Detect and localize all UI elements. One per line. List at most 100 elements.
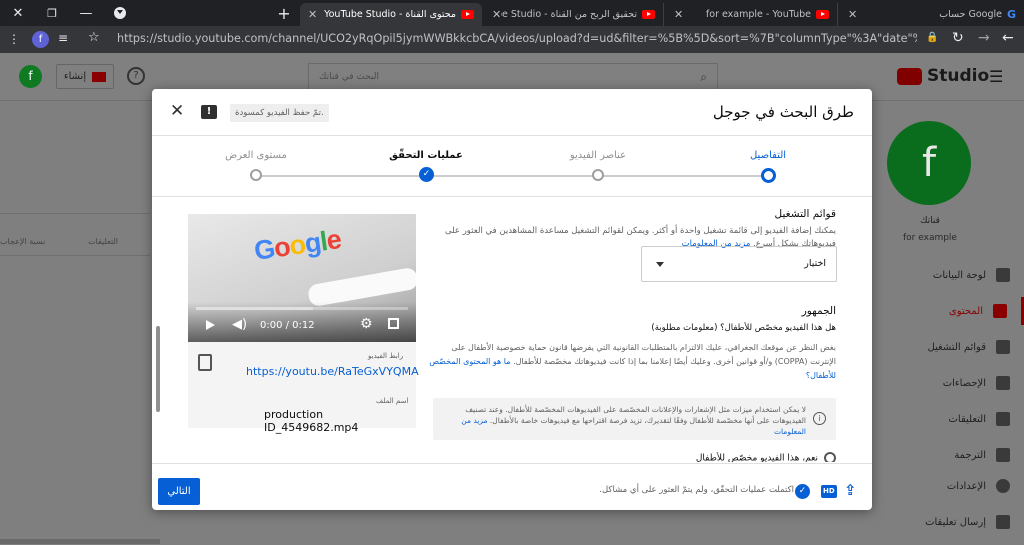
sidebar-item-subtitles[interactable]: الترجمة [894,441,1024,469]
dashboard-icon [996,268,1010,282]
step-visibility-label[interactable]: مستوى العرض [206,150,306,161]
tab-channel-content[interactable]: ✕ محتوى القناة - YouTube Studio [300,3,482,26]
checks-done-icon: ✓ [795,484,810,499]
youtube-favicon-icon [461,10,474,19]
feedback-icon[interactable]: ! [201,105,217,119]
youtube-logo-icon [897,68,922,85]
dialog-footer: التالي اكتملت عمليات التحقّق، ولم يتمّ ا… [152,463,872,510]
video-time: 0:00 / 0:12 [260,320,315,331]
upload-icon: ⇪ [844,481,857,499]
step-checks-label[interactable]: عمليات التحقّق [376,150,476,161]
tab-monetization[interactable]: ✕ تحقيق الربح من القناة - YouTube Studio [484,3,664,26]
draft-saved-badge: تمّ حفظ الفيديو كمسودة. [230,104,329,122]
help-icon[interactable]: ? [127,67,145,85]
create-button[interactable]: إنشاء [56,64,114,89]
step-elements-icon[interactable] [592,169,604,181]
step-visibility-icon[interactable] [250,169,262,181]
horizontal-scrollbar[interactable] [0,539,160,544]
hd-badge-icon: HD [821,485,837,498]
radio-button-icon[interactable] [824,452,836,462]
info-box: i لا يمكن استخدام ميزات مثل الإشعارات وا… [433,398,836,440]
sidebar-item-label: قوائم التشغيل [927,341,986,353]
upload-stepper [152,137,872,197]
tab-google-account[interactable]: ✕ G حساب Google [840,3,1024,26]
sidebar-item-label: الترجمة [954,449,986,461]
filename-label: اسم الملف [376,397,409,405]
bookmark-star-icon[interactable]: ☆ [88,30,100,45]
profile-avatar[interactable]: f [32,31,49,48]
sidebar-item-comments[interactable]: التعليقات [894,405,1024,433]
tab-youtube-example[interactable]: ✕ for example - YouTube [666,3,838,26]
info-icon: i [813,412,826,425]
content-icon [993,304,1007,318]
sidebar-item-label: لوحة البيانات [932,269,986,281]
tab-close-icon[interactable]: ✕ [848,8,857,21]
divider [0,213,150,214]
search-input[interactable]: البحث في قناتك ⌕ [308,63,718,91]
playlist-select[interactable]: اختيار [641,246,837,282]
video-link[interactable]: https://youtu.be/RaTeGxVYQMA [246,365,419,378]
sidebar-item-label: التعليقات [948,413,986,425]
studio-logo-text: Studio [927,66,990,86]
address-bar[interactable]: https://studio.youtube.com/channel/UCO2y… [117,32,917,45]
step-details-label[interactable]: التفاصيل [718,150,818,161]
hamburger-menu-icon[interactable]: ☰ [989,67,1003,86]
scrollbar-thumb[interactable] [156,326,160,412]
reading-list-icon[interactable]: ≡ [58,31,68,45]
video-link-label: رابط الفيديو [368,352,404,360]
sidebar-item-analytics[interactable]: الإحصاءات [894,369,1024,397]
close-icon[interactable]: ✕ [170,101,184,121]
progress-fill [196,307,313,310]
step-details-current-icon[interactable] [761,168,776,183]
fullscreen-icon[interactable] [388,318,399,329]
sidebar-item-playlists[interactable]: قوائم التشغيل [894,333,1024,361]
audience-description: بغض النظر عن موقعك الجغرافي، عليك الالتز… [426,341,836,383]
restore-window-icon[interactable]: ❐ [34,0,70,26]
tab-title: حساب Google [939,9,1002,20]
info-text: لا يمكن استخدام ميزات مثل الإشعارات والإ… [446,404,806,437]
reload-icon[interactable]: ↻ [952,30,964,46]
playlists-heading: قوائم التشغيل [774,208,836,220]
table-header-comments: التعليقات [88,237,119,246]
audience-heading: الجمهور [801,305,836,317]
video-preview-card: Google ◀) 0:00 / 0:12 ⚙ رابط الفيديو htt… [188,214,419,434]
audience-section: الجمهور هل هذا الفيديو مخصّص للأطفال؟ (م… [426,305,836,383]
subtitles-icon [996,448,1010,462]
minimize-window-icon[interactable]: — [68,0,104,26]
tab-search-icon[interactable] [102,0,138,26]
play-icon[interactable] [206,320,215,330]
upload-dialog: ✕ ! تمّ حفظ الفيديو كمسودة. طرق البحث في… [152,89,872,510]
tab-title: محتوى القناة - YouTube Studio [324,9,456,20]
settings-gear-icon[interactable]: ⚙ [360,316,373,332]
sidebar-item-content[interactable]: المحتوى [894,297,1024,325]
video-player[interactable]: Google ◀) 0:00 / 0:12 ⚙ [188,214,416,342]
create-label: إنشاء [63,71,87,82]
step-elements-label[interactable]: عناصر الفيديو [548,150,648,161]
progress-track[interactable] [196,307,408,310]
playlist-icon [996,340,1010,354]
sidebar-item-dashboard[interactable]: لوحة البيانات [894,261,1024,289]
checks-status-text: اكتملت عمليات التحقّق، ولم يتمّ العثور ع… [599,485,794,495]
close-window-icon[interactable]: ✕ [0,0,36,26]
back-icon[interactable]: ← [1002,30,1014,46]
new-tab-button[interactable]: + [266,0,302,26]
copy-icon[interactable] [198,354,212,371]
next-button[interactable]: التالي [158,478,200,505]
step-checks-done-icon[interactable]: ✓ [419,167,434,182]
radio-label: نعم، هذا الفيديو مخصّص للأطفال [695,453,818,463]
dialog-title: طرق البحث في جوجل [712,103,854,121]
tab-close-icon[interactable]: ✕ [308,8,317,21]
comments-icon [996,412,1010,426]
channel-avatar[interactable]: f [887,121,971,205]
tab-close-icon[interactable]: ✕ [492,8,501,21]
menu-dots-icon[interactable]: ⋮ [8,32,20,46]
forward-icon[interactable]: → [978,30,990,46]
sidebar-item-feedback[interactable]: إرسال تعليقات [894,508,1024,536]
lock-icon[interactable]: 🔒 [926,32,938,43]
account-avatar[interactable]: f [19,65,42,88]
tab-close-icon[interactable]: ✕ [674,8,683,21]
volume-icon[interactable]: ◀) [232,317,247,332]
info-text-body: لا يمكن استخدام ميزات مثل الإشعارات والإ… [465,405,806,425]
radio-option-yes[interactable]: نعم، هذا الفيديو مخصّص للأطفال [536,452,836,462]
sidebar-item-settings[interactable]: الإعدادات [894,472,1024,500]
